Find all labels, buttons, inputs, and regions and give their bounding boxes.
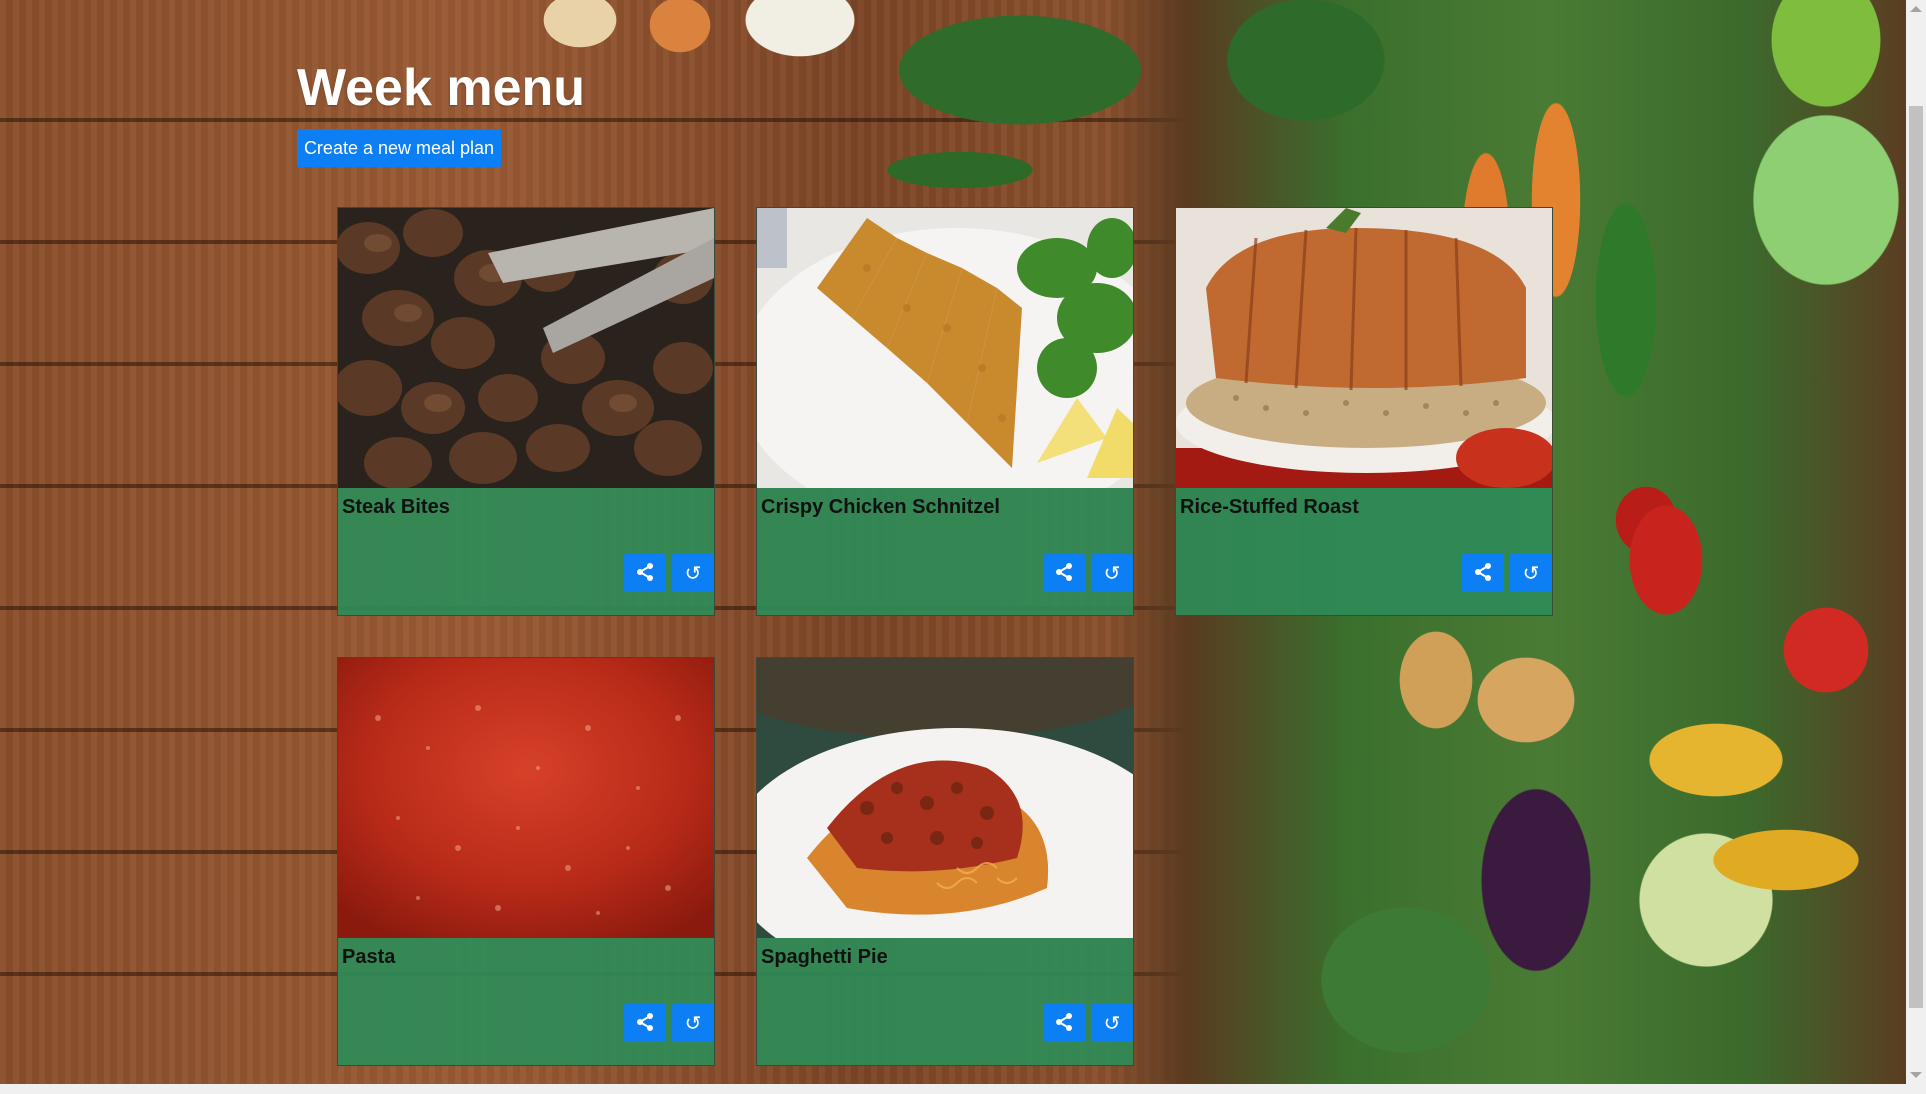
refresh-button[interactable]: ↺ — [1091, 1004, 1133, 1042]
page-title: Week menu — [297, 59, 586, 117]
refresh-icon: ↺ — [684, 1011, 702, 1035]
refresh-button[interactable]: ↺ — [672, 1004, 714, 1042]
meal-card: Spaghetti Pie ↺ — [756, 657, 1134, 1066]
meal-card: Crispy Chicken Schnitzel ↺ — [756, 207, 1134, 616]
share-icon — [635, 562, 655, 585]
share-button[interactable] — [1043, 554, 1085, 592]
share-icon — [635, 1012, 655, 1035]
refresh-icon: ↺ — [1103, 561, 1121, 585]
chicken-schnitzel-photo — [757, 208, 1133, 488]
refresh-button[interactable]: ↺ — [1510, 554, 1552, 592]
refresh-button[interactable]: ↺ — [1091, 554, 1133, 592]
app-viewport: Week menu Create a new meal plan Steak B… — [0, 0, 1926, 1094]
share-icon — [1054, 1012, 1074, 1035]
meal-name: Crispy Chicken Schnitzel — [761, 496, 1000, 518]
meal-card: Rice-Stuffed Roast ↺ — [1175, 207, 1553, 616]
steak-bites-photo — [338, 208, 714, 488]
create-meal-plan-button[interactable]: Create a new meal plan — [297, 129, 501, 167]
meal-card: Pasta ↺ — [337, 657, 715, 1066]
refresh-icon: ↺ — [684, 561, 702, 585]
pasta-sauce-photo — [338, 658, 714, 938]
vertical-scrollbar[interactable] — [1906, 0, 1926, 1084]
meal-name: Pasta — [342, 946, 396, 968]
meal-name: Spaghetti Pie — [761, 946, 888, 968]
refresh-button[interactable]: ↺ — [672, 554, 714, 592]
refresh-icon: ↺ — [1522, 561, 1540, 585]
horizontal-scrollbar[interactable] — [0, 1084, 1926, 1094]
share-button[interactable] — [624, 1004, 666, 1042]
meal-card: Steak Bites ↺ — [337, 207, 715, 616]
scroll-down-arrow-icon[interactable] — [1910, 1072, 1922, 1078]
share-icon — [1473, 562, 1493, 585]
scroll-thumb[interactable] — [1909, 106, 1923, 1008]
share-button[interactable] — [1043, 1004, 1085, 1042]
refresh-icon: ↺ — [1103, 1011, 1121, 1035]
rice-stuffed-roast-photo — [1176, 208, 1552, 488]
share-button[interactable] — [1462, 554, 1504, 592]
meal-name: Rice-Stuffed Roast — [1180, 496, 1359, 518]
spaghetti-pie-photo — [757, 658, 1133, 938]
share-icon — [1054, 562, 1074, 585]
scroll-up-arrow-icon[interactable] — [1910, 6, 1922, 12]
meal-name: Steak Bites — [342, 496, 450, 518]
vegetables-top-background — [500, 0, 1200, 200]
share-button[interactable] — [624, 554, 666, 592]
